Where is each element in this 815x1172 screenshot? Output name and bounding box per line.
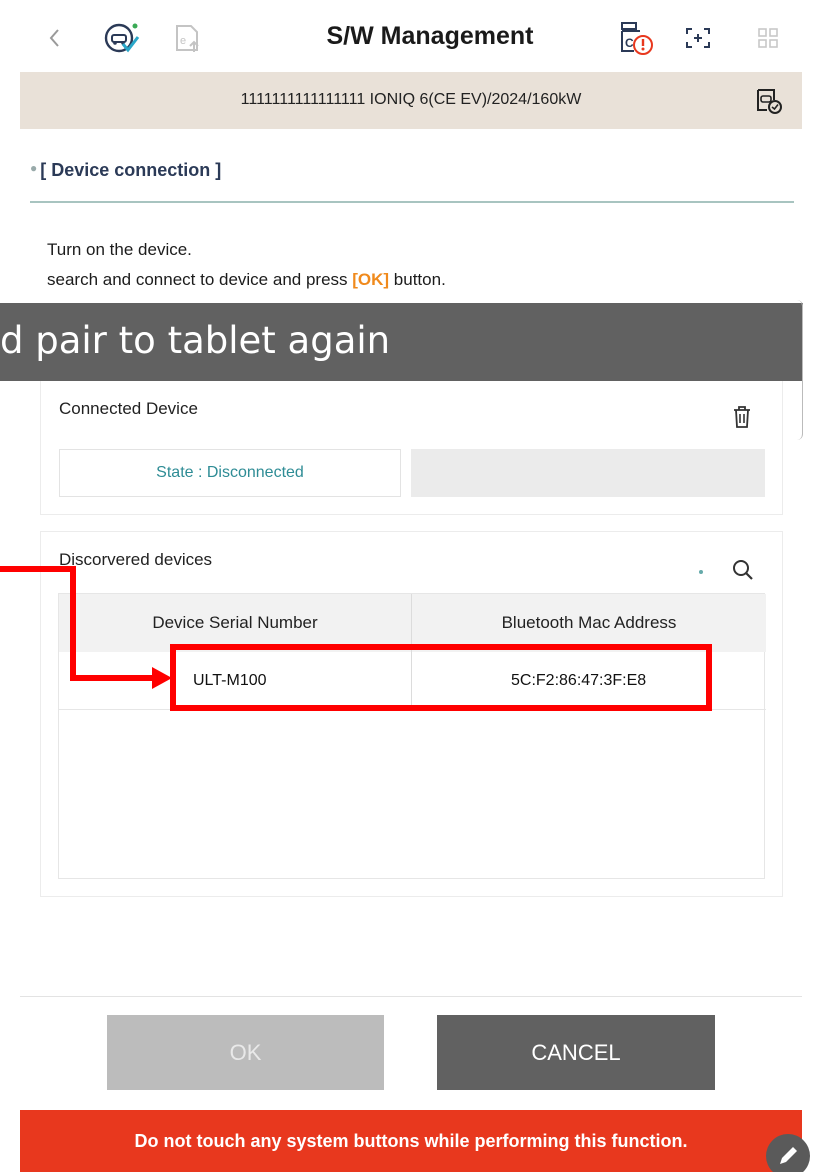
scan-progress-dot [699,570,703,574]
screen-capture-icon[interactable] [680,18,716,58]
vehicle-info-text: 1111111111111111 IONIQ 6(CE EV)/2024/160… [240,91,582,108]
connected-device-title: Connected Device [59,399,198,418]
section-divider [30,201,794,203]
scroll-edge [795,300,803,440]
pencil-icon [780,1147,797,1164]
ok-button[interactable]: OK [107,1015,384,1090]
vci-alert-icon[interactable]: C [614,18,658,58]
device-connection-heading: ●[ Device connection ] [30,160,222,180]
cancel-button[interactable]: CANCEL [437,1015,715,1090]
ecu-upload-icon[interactable]: e [168,18,208,58]
bullet-dot-icon: ● [30,161,38,175]
instruction-line-1: Turn on the device. [47,240,192,259]
vehicle-status-icon[interactable] [753,86,785,121]
annotation-arrow-segment [0,566,76,572]
tutorial-caption-text: d pair to tablet again [0,319,391,362]
svg-text:C: C [625,36,634,50]
annotation-arrow-segment [70,675,156,681]
ok-keyword: [OK] [352,270,390,289]
connected-device-slot [411,449,765,497]
warning-banner: Do not touch any system buttons while pe… [20,1110,802,1172]
annotation-arrow-segment [70,566,76,680]
instruction-line-2: search and connect to device and press [… [47,270,446,289]
vehicle-info-bar: 1111111111111111 IONIQ 6(CE EV)/2024/160… [20,72,802,129]
grid-menu-icon[interactable] [753,18,783,58]
svg-text:e: e [180,35,186,47]
page-title: S/W Management [326,22,534,50]
edit-pencil-button[interactable] [766,1134,810,1172]
search-icon[interactable] [731,558,755,587]
car-repair-check-icon[interactable] [100,18,144,58]
top-app-bar: e S/W Management C [20,0,802,72]
tutorial-caption-banner: d pair to tablet again [0,303,803,381]
annotation-arrowhead-icon [152,667,172,689]
back-chevron-icon[interactable] [42,18,66,58]
discovered-devices-title: Discorvered devices [59,550,213,569]
trash-icon[interactable] [731,405,753,434]
footer-divider [20,996,802,997]
discovered-devices-table: Device Serial Number Bluetooth Mac Addre… [58,593,766,879]
connection-state: State : Disconnected [59,449,401,497]
highlight-box [170,644,712,711]
